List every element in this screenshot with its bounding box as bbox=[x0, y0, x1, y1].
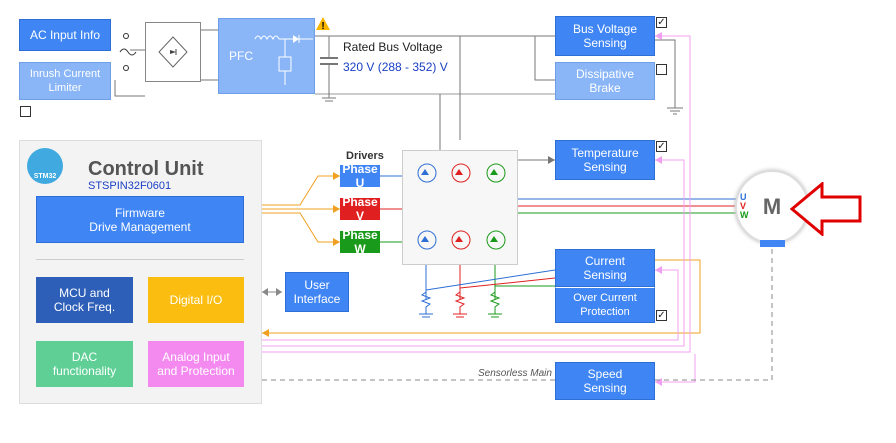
current-sensing-block[interactable]: Current Sensing bbox=[555, 249, 655, 287]
digital-io-block[interactable]: Digital I/O bbox=[148, 277, 244, 323]
mcu-block[interactable]: MCU and Clock Freq. bbox=[36, 277, 133, 323]
firmware-block[interactable]: Firmware Drive Management bbox=[36, 196, 244, 243]
bus-voltage-checkbox[interactable]: ✓ bbox=[656, 17, 667, 28]
over-current-checkbox[interactable]: ✓ bbox=[656, 310, 667, 321]
sensorless-label: Sensorless Main bbox=[478, 368, 552, 379]
dissipative-brake-block[interactable]: Dissipative Brake bbox=[555, 62, 655, 100]
rectifier-icon bbox=[158, 36, 188, 68]
phase-w-driver[interactable]: Phase W bbox=[340, 228, 380, 256]
stm32-logo: STM32 bbox=[27, 148, 63, 184]
brake-link-wire bbox=[534, 36, 555, 81]
rated-bus-voltage-value: 320 V (288 - 352) V bbox=[343, 60, 448, 74]
dac-block[interactable]: DAC functionality bbox=[36, 341, 133, 387]
pfc-label: PFC bbox=[229, 49, 253, 63]
phase-v-driver[interactable]: Phase V bbox=[340, 195, 380, 223]
user-interface-block[interactable]: User Interface bbox=[285, 272, 349, 312]
rated-bus-voltage-title: Rated Bus Voltage bbox=[343, 40, 443, 54]
red-arrow-icon bbox=[789, 180, 864, 241]
speed-sensing-block[interactable]: Speed Sensing bbox=[555, 362, 655, 400]
temperature-checkbox[interactable]: ✓ bbox=[656, 141, 667, 152]
phase-u-driver[interactable]: Phase U bbox=[340, 162, 380, 190]
control-unit-divider bbox=[36, 259, 244, 260]
inrush-checkbox[interactable] bbox=[20, 106, 31, 117]
mosfet-bridge-icon bbox=[417, 163, 506, 250]
bridge-rectifier bbox=[145, 22, 201, 82]
inrush-wire bbox=[114, 80, 145, 97]
dissipative-brake-checkbox[interactable] bbox=[656, 64, 667, 75]
over-current-protection-block[interactable]: Over Current Protection bbox=[555, 287, 655, 323]
warning-icon: ! bbox=[316, 17, 330, 35]
pfc-circuit-icon bbox=[254, 35, 313, 85]
temperature-sensing-block[interactable]: Temperature Sensing bbox=[555, 140, 655, 180]
control-unit-title: Control Unit bbox=[88, 158, 204, 180]
pfc-block[interactable]: PFC bbox=[218, 18, 315, 94]
motor-encoder bbox=[760, 240, 785, 247]
analog-input-block[interactable]: Analog Input and Protection bbox=[148, 341, 244, 387]
motor-terminal-w: W bbox=[740, 210, 749, 220]
inrush-current-limiter-block[interactable]: Inrush Current Limiter bbox=[19, 62, 111, 100]
bus-voltage-sensing-block[interactable]: Bus Voltage Sensing bbox=[555, 16, 655, 56]
drivers-title: Drivers bbox=[346, 150, 384, 162]
ac-source-icon bbox=[118, 32, 140, 72]
speed-feedback-wire bbox=[655, 248, 773, 381]
motor-label: M bbox=[762, 194, 782, 219]
ac-input-info-block[interactable]: AC Input Info bbox=[19, 19, 111, 51]
control-unit-part: STSPIN32F0601 bbox=[88, 180, 172, 192]
svg-text:!: ! bbox=[321, 21, 324, 30]
inverter-bridge bbox=[402, 150, 518, 265]
